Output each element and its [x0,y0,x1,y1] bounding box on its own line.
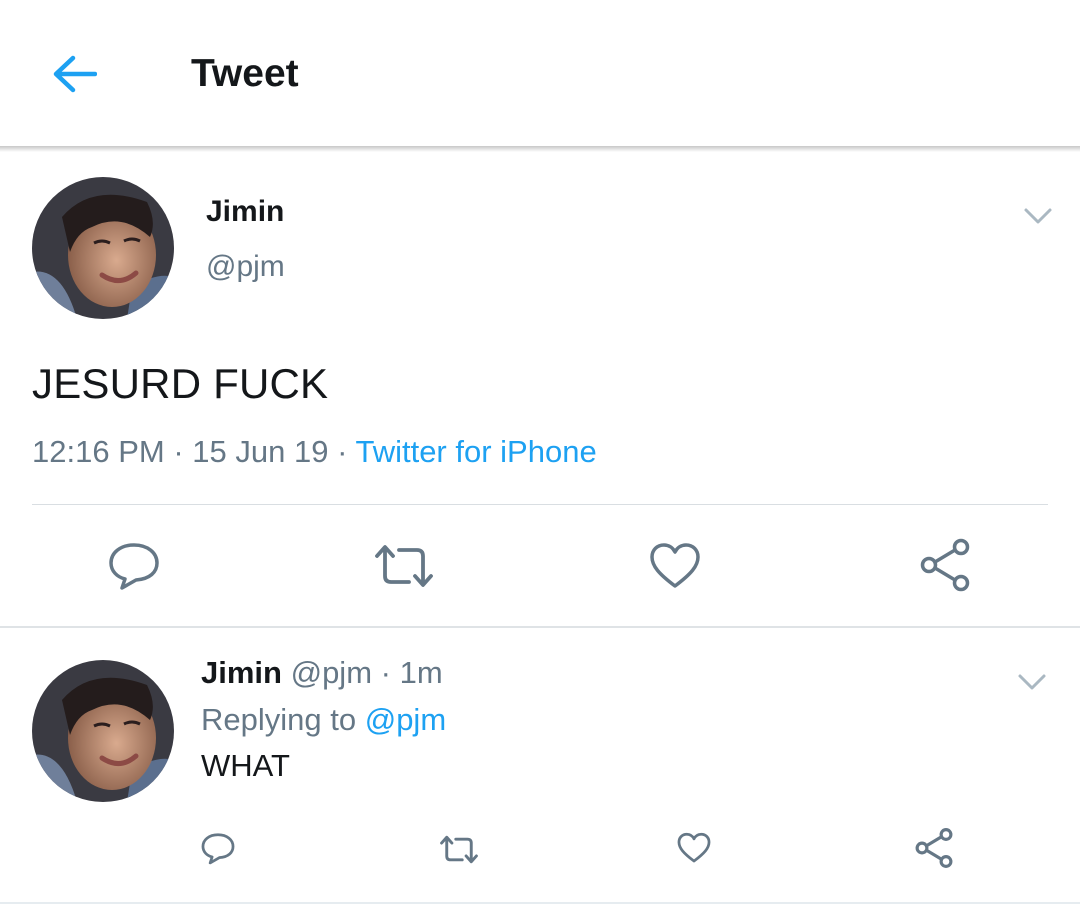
reply-menu-button[interactable] [1012,666,1052,698]
replying-to-handle[interactable]: @pjm [365,702,446,737]
avatar[interactable] [32,177,174,319]
retweet-icon [440,835,478,863]
reply-icon [201,832,235,864]
retweet-button[interactable] [436,828,482,870]
replying-to: Replying to @pjm [201,702,446,738]
reply-separator: · [372,655,400,690]
chevron-down-icon [1024,208,1052,224]
retweet-icon [375,545,433,587]
reply-tweet-text: WHAT [201,748,290,783]
meta-separator: · [173,434,184,469]
like-button[interactable] [672,826,716,870]
tweet-meta: 12:16 PM · 15 Jun 19 · Twitter for iPhon… [32,434,597,470]
reply-button[interactable] [196,826,240,870]
back-button[interactable] [48,50,100,98]
tweet-date: 15 Jun 19 [192,434,329,469]
divider [32,504,1048,505]
replying-to-label: Replying to [201,702,357,737]
page-title: Tweet [191,52,299,95]
share-button[interactable] [914,534,976,596]
tweet-source-link[interactable]: Twitter for iPhone [355,434,596,469]
reply-icon [109,543,159,590]
author-name[interactable]: Jimin [206,195,284,229]
tweet-time: 12:16 PM [32,434,165,469]
share-icon [920,538,970,592]
avatar[interactable] [32,660,174,802]
like-button[interactable] [644,536,706,596]
app-header: Tweet [0,0,1080,148]
divider [0,626,1080,628]
reply-author-handle[interactable]: @pjm [291,655,372,690]
header-shadow [0,146,1080,152]
reply-author-name[interactable]: Jimin [201,655,282,690]
meta-separator: · [337,434,348,469]
tweet-text: JESURD FUCK [32,360,329,407]
reply-time: 1m [399,655,443,690]
author-handle[interactable]: @pjm [206,250,285,284]
arrow-left-icon [53,55,97,93]
reply-header: Jimin @pjm · 1m [201,655,443,691]
share-icon [915,828,953,868]
reply-button[interactable] [104,536,164,596]
like-icon [677,832,711,863]
chevron-down-icon [1018,674,1046,690]
divider [0,902,1080,904]
separator-dot: · [380,655,391,690]
like-icon [650,543,700,588]
retweet-button[interactable] [372,536,436,596]
share-button[interactable] [910,824,958,872]
tweet-menu-button[interactable] [1018,200,1058,232]
